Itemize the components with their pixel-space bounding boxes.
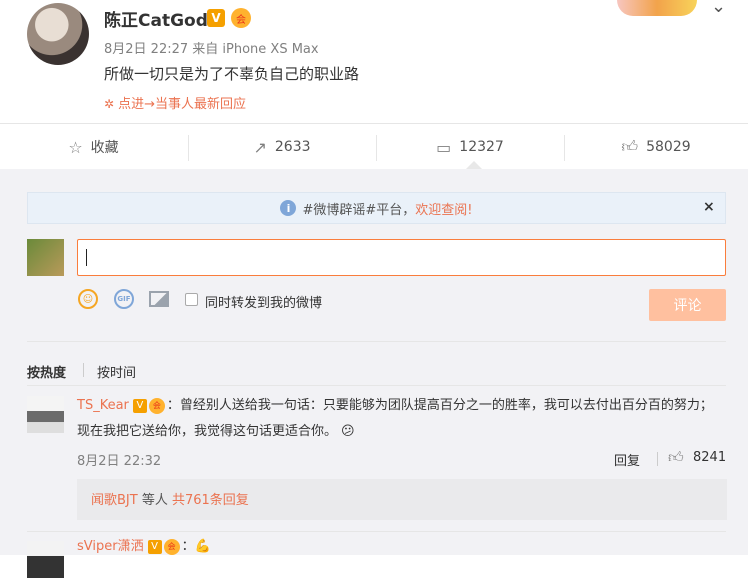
divider [657, 452, 658, 466]
divider [83, 363, 84, 377]
member-badge-icon: 会 [231, 8, 251, 28]
sparkle-icon: ✲ [104, 97, 115, 111]
verified-badge-icon: V [207, 9, 225, 27]
notice-link[interactable]: 欢迎查阅! [415, 199, 472, 218]
hot-update-label: 点进→当事人最新回应 [118, 97, 246, 112]
commenter-name[interactable]: TS_Kear [77, 398, 129, 413]
sub-reply-user[interactable]: 闻歌BJT [91, 493, 138, 508]
repost-count: 2633 [274, 139, 311, 155]
comment-body: TS_Kear V 会：曾经别人送给我一句话：只要能够为团队提高百分之一的胜率，我可… [77, 393, 727, 445]
member-badge-icon: 会 [148, 397, 165, 414]
gif-icon[interactable]: GIF [114, 289, 134, 309]
thumbs-up-icon[interactable]: 👍︎ [668, 448, 684, 467]
comment-like-count: 8241 [693, 450, 727, 465]
commenter-avatar[interactable] [27, 396, 64, 433]
sort-by-hot-tab[interactable]: 按热度 [27, 362, 66, 381]
repost-checkbox-label[interactable]: 同时转发到我的微博 [205, 292, 322, 311]
verified-badge-icon: V [132, 398, 147, 413]
hot-update-link[interactable]: ✲ 点进→当事人最新回应 [104, 93, 246, 112]
author-name[interactable]: 陈正CatGod [104, 6, 208, 31]
post-action-bar: ☆ 收藏 ↗ 2633 ▭ 12327 👍︎ 58029 [0, 123, 748, 171]
like-count: 58029 [646, 139, 691, 155]
commenter-avatar[interactable] [27, 541, 64, 578]
promo-banner-corner [617, 0, 697, 16]
comment-time: 8月2日 22:32 [77, 454, 162, 469]
my-avatar [27, 239, 64, 276]
emoji-icon[interactable]: ☺ [78, 289, 98, 309]
sub-reply-mid: 等人 [137, 493, 172, 508]
divider [27, 341, 726, 342]
commenter-name[interactable]: sViper潇洒 [77, 539, 144, 554]
submit-comment-button[interactable]: 评论 [649, 289, 726, 321]
comment-input[interactable] [77, 239, 726, 276]
comment-count: 12327 [459, 139, 504, 155]
flexed-biceps-emoji-icon: 💪 [194, 539, 211, 554]
image-icon[interactable] [149, 291, 169, 307]
rumor-notice-banner: i #微博辟谣#平台， 欢迎查阅! [27, 192, 726, 224]
author-avatar[interactable] [27, 3, 89, 65]
post-meta: 8月2日 22:27 来自 iPhone XS Max [104, 42, 319, 57]
comment-text: ： [181, 539, 195, 554]
star-icon: ☆ [68, 137, 83, 157]
comment-pointer [466, 161, 482, 169]
like-button[interactable]: 👍︎ 58029 [564, 124, 748, 170]
chevron-down-icon[interactable]: ⌄ [711, 0, 726, 17]
thumbs-up-icon: 👍︎ [621, 137, 639, 156]
repost-checkbox[interactable] [185, 293, 198, 306]
info-icon: i [280, 200, 297, 216]
comment-icon: ▭ [436, 137, 452, 157]
comment-body: sViper潇洒 V 会：💪 [77, 537, 211, 557]
notice-text[interactable]: #微博辟谣#平台， [302, 199, 415, 218]
sub-replies-box[interactable]: 闻歌BJT 等人 共761条回复 [77, 479, 727, 520]
favorite-button[interactable]: ☆ 收藏 [0, 124, 187, 170]
comment-text: ：曾经别人送给我一句话：只要能够为团队提高百分之一的胜率，我可以去付出百分百的努… [77, 398, 713, 439]
divider [27, 385, 726, 386]
favorite-label: 收藏 [90, 140, 119, 156]
confused-emoji-icon: 😕 [341, 424, 355, 439]
text-cursor [86, 249, 87, 266]
repost-button[interactable]: ↗ 2633 [188, 124, 376, 170]
sub-reply-count-link[interactable]: 共761条回复 [172, 493, 249, 508]
member-badge-icon: 会 [163, 538, 180, 555]
divider [27, 531, 726, 532]
close-icon[interactable]: × [703, 199, 715, 215]
sort-by-time-tab[interactable]: 按时间 [97, 362, 136, 381]
share-icon: ↗ [253, 137, 267, 157]
verified-badge-icon: V [147, 539, 162, 554]
reply-button[interactable]: 回复 [614, 450, 640, 469]
post-text: 所做一切只是为了不辜负自己的职业路 [104, 65, 360, 83]
